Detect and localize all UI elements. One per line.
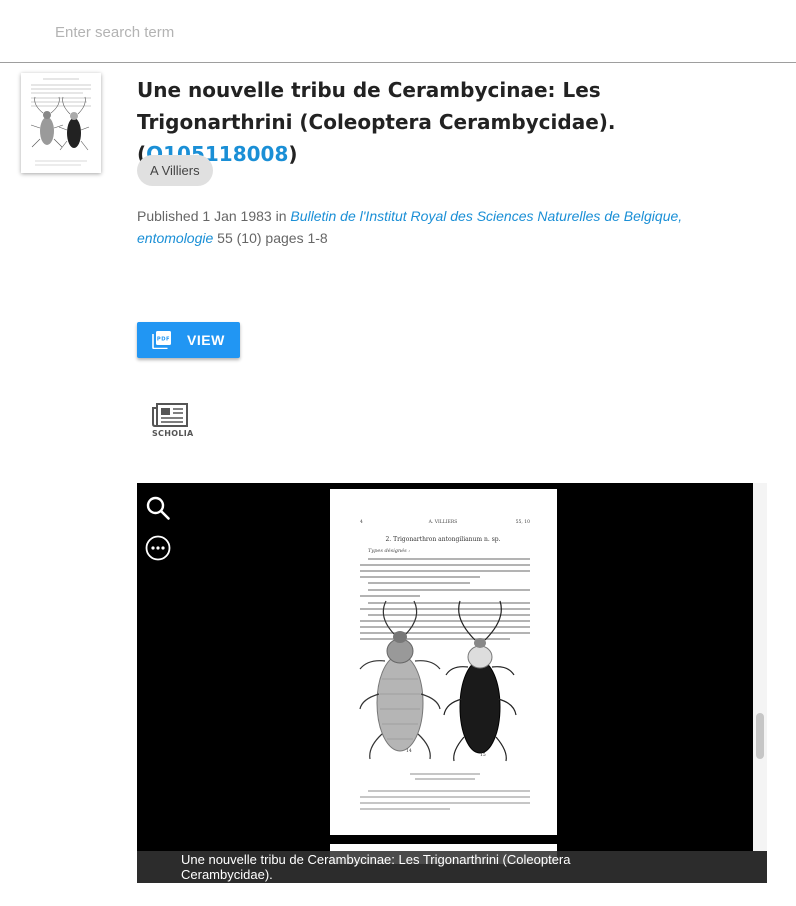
published-prefix: Published [137, 208, 203, 224]
publication-info: Published 1 Jan 1983 in Bulletin de l'In… [137, 205, 757, 249]
page-header-right: 55, 10 [516, 519, 530, 525]
pdf-page: 4 A. VILLIERS 55, 10 2. Trigonarthron an… [330, 489, 557, 835]
page-header-left: 4 [360, 519, 363, 525]
pdf-icon: PDF [152, 331, 171, 349]
viewer-scrollbar[interactable] [753, 483, 767, 851]
in-word: in [271, 208, 291, 224]
article-title-close: ) [288, 142, 298, 166]
view-pdf-button[interactable]: PDF VIEW [137, 322, 240, 358]
beetle-left: 14 [359, 600, 441, 760]
beetle-right: 15 [443, 600, 517, 762]
article-thumbnail[interactable] [21, 73, 101, 173]
svg-text:PDF: PDF [157, 336, 170, 342]
scholia-link[interactable]: SCHOLIA [151, 402, 194, 442]
beetle-left-label: 14 [406, 748, 412, 754]
search-input[interactable] [55, 20, 555, 44]
beetle-right-label: 15 [480, 752, 486, 758]
scholia-icon [152, 403, 188, 427]
page-types-label: Types désignés : [368, 547, 410, 554]
article-title: Une nouvelle tribu de Cerambycinae: Les … [137, 74, 757, 170]
view-button-label: VIEW [187, 332, 225, 348]
thumbnail-image [21, 73, 101, 173]
search-icon[interactable] [145, 495, 171, 521]
page-content: 4 A. VILLIERS 55, 10 2. Trigonarthron an… [359, 519, 530, 810]
pdf-viewer[interactable]: 4 A. VILLIERS 55, 10 2. Trigonarthron an… [137, 483, 767, 883]
page-heading: 2. Trigonarthron antongilianum n. sp. [385, 536, 500, 543]
search-bar [0, 0, 796, 63]
publication-date: 1 Jan 1983 [202, 208, 272, 224]
volume-issue-pages: 55 (10) pages 1-8 [213, 230, 328, 246]
viewer-caption: Une nouvelle tribu de Cerambycinae: Les … [181, 852, 571, 882]
viewer-scrollbar-thumb[interactable] [756, 713, 764, 759]
more-options-icon[interactable] [145, 535, 171, 561]
scholia-label: SCHOLIA [152, 429, 194, 438]
page-header-center: A. VILLIERS [428, 519, 458, 525]
author-chip[interactable]: A Villiers [137, 155, 213, 186]
